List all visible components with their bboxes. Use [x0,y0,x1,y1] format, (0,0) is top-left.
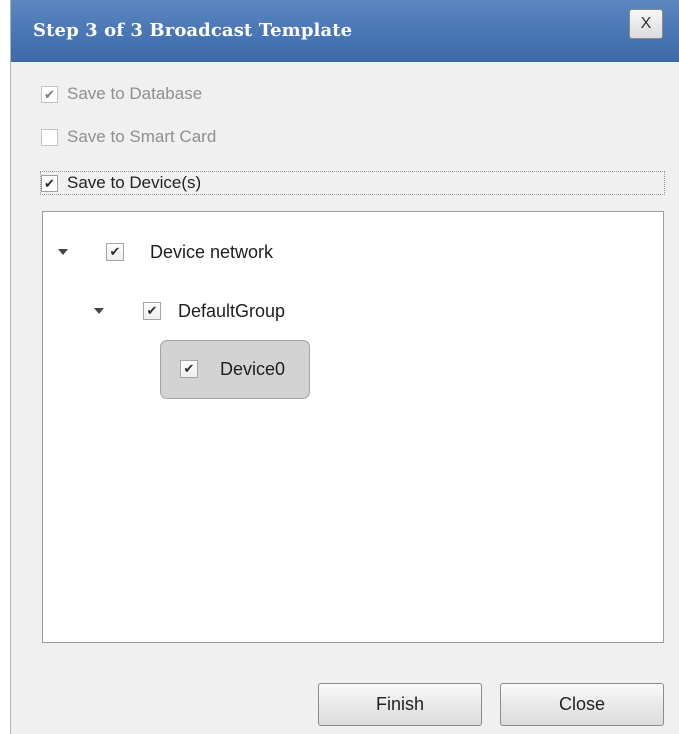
device0-checkbox[interactable]: ✔ [180,360,198,378]
checkmark-icon: ✔ [146,303,158,318]
checkmark-icon: ✔ [44,86,55,102]
close-icon: X [640,15,652,32]
chevron-down-icon[interactable] [58,249,68,255]
default-group-label[interactable]: DefaultGroup [178,301,285,322]
default-group-checkbox[interactable]: ✔ [143,302,161,320]
chevron-down-icon[interactable] [94,308,104,314]
save-to-database-checkbox: ✔ [41,85,58,103]
dialog-titlebar: Step 3 of 3 Broadcast Template X [11,0,679,62]
save-to-devices-checkbox[interactable]: ✔ [41,174,58,192]
device-network-checkbox[interactable]: ✔ [106,243,124,261]
checkmark-icon: ✔ [109,244,121,259]
tree-node-device0[interactable]: ✔ Device0 [180,355,285,383]
device-tree[interactable]: ✔ Device network ✔ DefaultGroup ✔ Device… [42,211,664,643]
close-dialog-button[interactable]: X [629,9,663,39]
save-to-database-label: Save to Database [67,84,203,103]
checkmark-icon: ✔ [44,175,55,191]
tree-node-default-group[interactable]: ✔ DefaultGroup [94,297,285,325]
save-to-devices-label[interactable]: Save to Device(s) [67,173,201,193]
broadcast-template-dialog: Step 3 of 3 Broadcast Template X ✔ Save … [10,0,679,734]
checkmark-icon: ✔ [183,361,195,376]
save-to-devices-option[interactable]: ✔ Save to Device(s) [41,170,201,196]
device-network-label[interactable]: Device network [150,242,273,263]
close-button[interactable]: Close [500,683,664,726]
save-to-smart-card-label: Save to Smart Card [67,127,217,146]
save-to-smart-card-checkbox [41,128,58,146]
save-to-smart-card-option: Save to Smart Card [41,124,216,150]
finish-button[interactable]: Finish [318,683,482,726]
device0-label[interactable]: Device0 [220,359,285,380]
save-to-database-option: ✔ Save to Database [41,81,202,107]
tree-node-device-network[interactable]: ✔ Device network [58,238,273,266]
dialog-title: Step 3 of 3 Broadcast Template [33,20,353,41]
